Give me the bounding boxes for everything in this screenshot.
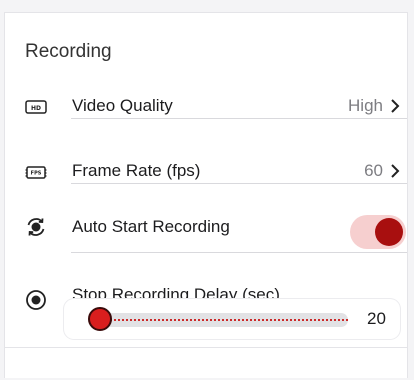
frame-rate-row[interactable]: FPS Frame Rate (fps) 60 [5,148,409,196]
video-quality-row[interactable]: HD Video Quality High [5,83,409,131]
auto-start-row: Auto Start Recording [5,204,409,252]
stop-delay-slider-panel: 20 [64,299,400,339]
frame-rate-label: Frame Rate (fps) [72,161,201,180]
fps-icon: FPS [25,166,47,179]
chevron-right-icon [391,164,400,178]
divider [4,347,408,348]
toggle-knob [375,218,403,246]
hd-icon: HD [25,100,47,114]
video-quality-value: High [348,96,383,115]
section-title: Recording [25,41,112,62]
svg-text:HD: HD [31,105,41,112]
divider [71,183,407,184]
frame-rate-value: 60 [364,161,383,180]
record-dot-icon [26,290,46,310]
sync-record-icon [27,218,45,236]
auto-start-label: Auto Start Recording [72,217,230,236]
divider [71,252,407,253]
slider-thumb[interactable] [88,307,112,331]
divider [71,118,407,119]
stop-delay-value: 20 [367,309,386,328]
chevron-right-icon [391,99,400,113]
svg-text:FPS: FPS [31,171,42,177]
auto-start-toggle[interactable] [350,215,406,249]
slider-fill [102,319,348,321]
video-quality-label: Video Quality [72,96,173,115]
